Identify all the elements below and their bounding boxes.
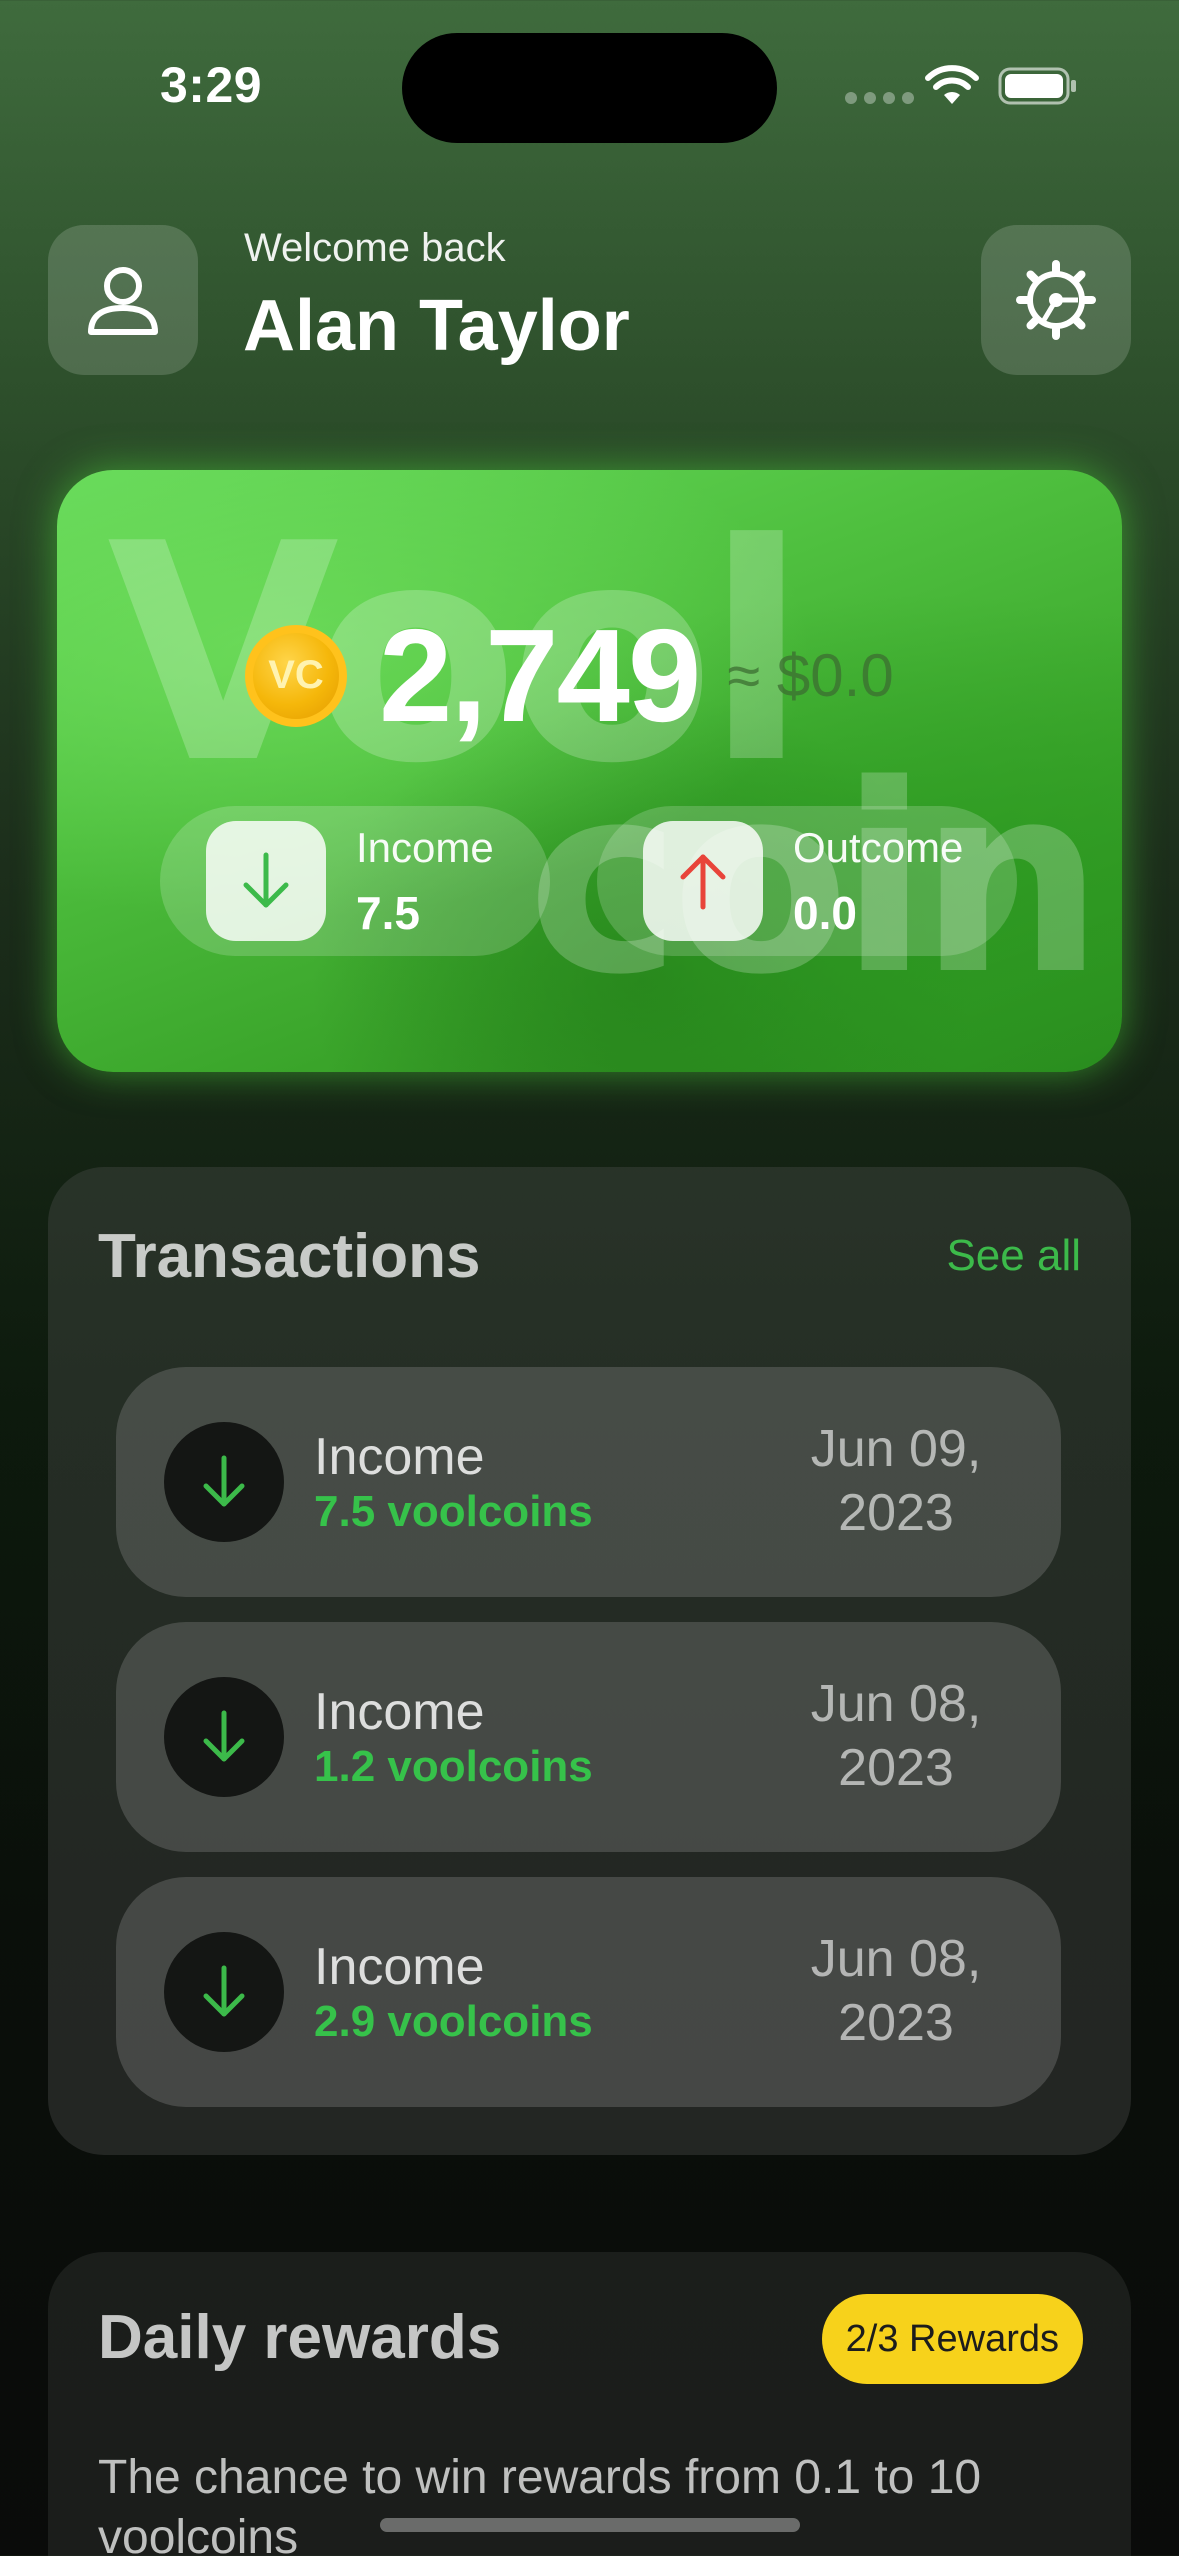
wifi-icon bbox=[925, 65, 979, 104]
income-icon-box bbox=[206, 821, 326, 941]
transaction-label: Income bbox=[314, 1683, 485, 1741]
settings-button[interactable] bbox=[981, 225, 1131, 375]
home-indicator[interactable] bbox=[380, 2518, 800, 2532]
transactions-panel: Transactions See all Income 7.5 voolcoin… bbox=[48, 1167, 1131, 2155]
transaction-date-line1: Jun 08, bbox=[810, 1675, 982, 1733]
outcome-stat[interactable]: Outcome 0.0 bbox=[597, 806, 1017, 956]
see-all-link[interactable]: See all bbox=[946, 1231, 1081, 1281]
profile-button[interactable] bbox=[48, 225, 198, 375]
daily-rewards-panel: Daily rewards 2/3 Rewards The chance to … bbox=[48, 2252, 1131, 2556]
balance-row: VC 2,749 ≈ $0.0 bbox=[245, 600, 894, 751]
daily-rewards-description: The chance to win rewards from 0.1 to 10… bbox=[98, 2451, 982, 2556]
transaction-item[interactable]: Income 2.9 voolcoins Jun 08, 2023 bbox=[116, 1877, 1061, 2107]
transaction-date: Jun 08, 2023 bbox=[786, 1672, 1006, 1800]
balance-amount: 2,749 bbox=[379, 602, 701, 749]
transaction-icon bbox=[164, 1677, 284, 1797]
cellular-signal-icon bbox=[845, 92, 914, 104]
status-bar: 3:29 bbox=[0, 0, 1179, 170]
person-icon bbox=[88, 267, 158, 335]
transaction-label: Income bbox=[314, 1428, 485, 1486]
arrow-up-icon bbox=[680, 854, 726, 910]
transaction-date: Jun 08, 2023 bbox=[786, 1927, 1006, 2055]
arrow-down-icon bbox=[243, 852, 289, 908]
transaction-date-line2: 2023 bbox=[838, 1484, 954, 1542]
transaction-date-line2: 2023 bbox=[838, 1739, 954, 1797]
transaction-icon bbox=[164, 1932, 284, 2052]
arrow-down-icon bbox=[203, 1455, 245, 1507]
arrow-down-icon bbox=[203, 1710, 245, 1762]
coin-icon: VC bbox=[245, 624, 347, 727]
user-name: Alan Taylor bbox=[243, 286, 630, 366]
balance-card: Vool coin VC 2,749 ≈ $0.0 Income 7.5 Out… bbox=[57, 470, 1122, 1072]
battery-icon bbox=[998, 67, 1076, 105]
transaction-date-line2: 2023 bbox=[838, 1994, 954, 2052]
transaction-icon bbox=[164, 1422, 284, 1542]
transaction-amount: 2.9 voolcoins bbox=[314, 1997, 593, 2046]
income-stat[interactable]: Income 7.5 bbox=[160, 806, 550, 956]
outcome-value: 0.0 bbox=[793, 887, 857, 939]
welcome-text: Welcome back bbox=[244, 226, 506, 270]
balance-usd: ≈ $0.0 bbox=[727, 642, 894, 709]
coin-mark: VC bbox=[268, 653, 324, 697]
dynamic-island bbox=[402, 33, 777, 143]
transaction-amount: 1.2 voolcoins bbox=[314, 1742, 593, 1791]
transaction-label: Income bbox=[314, 1938, 485, 1996]
arrow-down-icon bbox=[203, 1965, 245, 2017]
outcome-icon-box bbox=[643, 821, 763, 941]
outcome-label: Outcome bbox=[793, 824, 964, 871]
income-label: Income bbox=[356, 824, 494, 871]
gear-icon bbox=[1016, 260, 1096, 340]
income-value: 7.5 bbox=[356, 887, 420, 939]
transaction-item[interactable]: Income 7.5 voolcoins Jun 09, 2023 bbox=[116, 1367, 1061, 1597]
transaction-item[interactable]: Income 1.2 voolcoins Jun 08, 2023 bbox=[116, 1622, 1061, 1852]
transactions-title: Transactions bbox=[98, 1222, 481, 1291]
transaction-amount: 7.5 voolcoins bbox=[314, 1487, 593, 1536]
transaction-date-line1: Jun 08, bbox=[810, 1930, 982, 1988]
status-time: 3:29 bbox=[160, 57, 263, 113]
transaction-date-line1: Jun 09, bbox=[810, 1420, 982, 1478]
transaction-date: Jun 09, 2023 bbox=[786, 1417, 1006, 1545]
rewards-badge[interactable]: 2/3 Rewards bbox=[821, 2294, 1083, 2384]
daily-rewards-title: Daily rewards bbox=[98, 2303, 502, 2372]
